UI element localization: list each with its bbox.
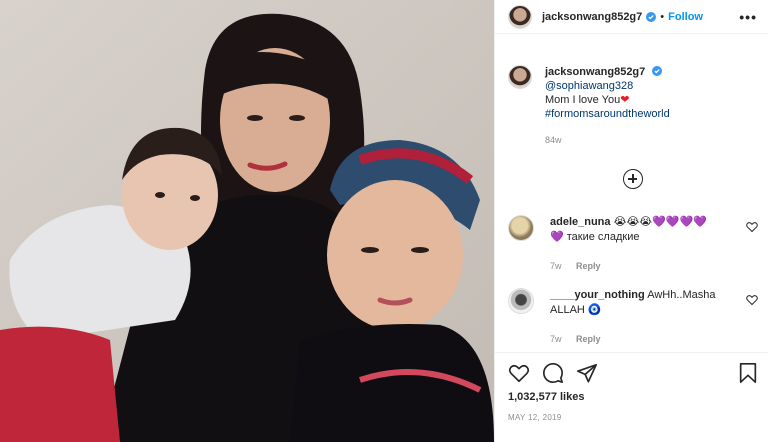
post-caption: jacksonwang852g7 @sophiawang328 Mom I lo… <box>508 65 758 147</box>
verified-icon <box>646 11 657 22</box>
follow-button[interactable]: Follow <box>668 11 703 23</box>
action-bar <box>508 362 758 386</box>
caption-mention[interactable]: @sophiawang328 <box>545 80 633 92</box>
red-heart-emoji: ❤ <box>620 94 630 106</box>
comment-meta: 7w Reply <box>550 332 740 347</box>
divider <box>495 352 768 353</box>
comment-username[interactable]: adele_nuna <box>550 216 611 228</box>
family-photo-illustration <box>0 0 494 442</box>
comment-username[interactable]: ____your_nothing <box>550 289 645 301</box>
post-header: jacksonwang852g7 • Follow ••• <box>495 0 768 34</box>
likes-count[interactable]: 1,032,577 likes <box>508 391 584 403</box>
caption-age[interactable]: 84w <box>545 133 670 147</box>
avatar[interactable] <box>508 4 532 29</box>
avatar[interactable] <box>508 215 534 241</box>
heart-icon[interactable] <box>746 221 758 233</box>
add-comments-icon[interactable] <box>623 169 643 189</box>
nazar-emoji: 🧿 <box>587 304 602 316</box>
comment-meta: 7w Reply <box>550 259 740 274</box>
post-side-panel: jacksonwang852g7 • Follow ••• jacksonwan… <box>494 0 768 442</box>
separator-dot: • <box>660 10 665 23</box>
save-icon[interactable] <box>738 362 758 384</box>
comment-body: adele_nuna 😭😭😭💜💜💜💜 💜 такие сладкие 7w Re… <box>550 215 740 274</box>
comment-age[interactable]: 7w <box>550 334 562 344</box>
caption-body: Mom I love You <box>545 94 621 106</box>
post-photo[interactable] <box>0 0 494 442</box>
reply-button[interactable]: Reply <box>576 334 601 344</box>
share-icon[interactable] <box>576 362 598 384</box>
comment-icon[interactable] <box>542 362 564 384</box>
heart-icon[interactable] <box>746 294 758 306</box>
caption-hashtag[interactable]: #formomsaroundtheworld <box>545 108 670 120</box>
comment-age[interactable]: 7w <box>550 261 562 271</box>
comment-text: такие сладкие <box>566 231 640 243</box>
purple-heart-emoji: 💜 <box>550 231 564 243</box>
post-username[interactable]: jacksonwang852g7 <box>542 11 642 23</box>
avatar[interactable] <box>508 288 534 314</box>
caption-username[interactable]: jacksonwang852g7 <box>545 66 645 78</box>
caption-text: jacksonwang852g7 @sophiawang328 Mom I lo… <box>545 65 670 147</box>
verified-icon <box>652 66 663 76</box>
more-icon[interactable]: ••• <box>739 9 757 25</box>
reply-button[interactable]: Reply <box>576 261 601 271</box>
caption-avatar[interactable] <box>508 65 532 89</box>
post-date[interactable]: MAY 12, 2019 <box>508 413 562 422</box>
comment-body: ____your_nothing AwHh..Masha ALLAH 🧿 7w … <box>550 288 740 347</box>
comment-emojis: 😭😭😭💜💜💜💜 <box>613 216 707 228</box>
heart-icon[interactable] <box>508 362 530 384</box>
